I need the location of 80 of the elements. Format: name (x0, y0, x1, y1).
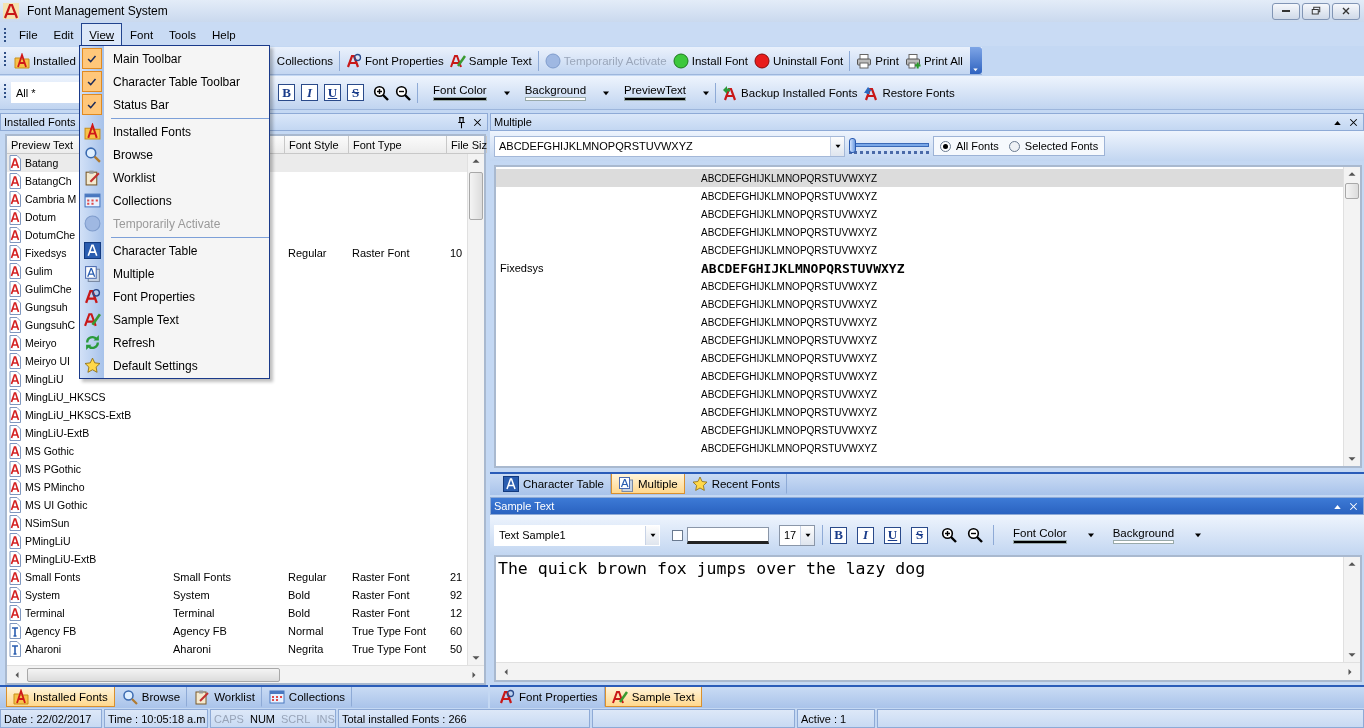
table-cell: Meiryo (25, 337, 57, 349)
sample-text: ABCDEFGHIJKLMNOPQRSTUVWXYZ (701, 424, 878, 436)
table-cell: GulimChe (25, 283, 72, 295)
table-cell-text: Aharoni (172, 643, 212, 655)
table-cell: Terminal (25, 607, 65, 619)
table-cell: PMingLiU (25, 535, 71, 547)
sample-text: ABCDEFGHIJKLMNOPQRSTUVWXYZ (701, 388, 878, 400)
key-indicator: SCRL (281, 712, 311, 725)
table-cell: Gulim (25, 265, 53, 277)
table-cell-text: True Type Font (351, 643, 427, 655)
table-cell: PMingLiU-ExtB (25, 553, 97, 565)
table-cell-text: True Type Font (351, 625, 427, 637)
table-cell: MS UI Gothic (25, 499, 88, 511)
table-cell: Small Fonts (25, 571, 81, 583)
table-cell-text: Raster Font (351, 571, 411, 583)
table-cell-text: 92 (449, 589, 463, 601)
table-cell: Agency FB (25, 625, 77, 637)
status-time: Time : 10:05:18 a.m (104, 709, 208, 728)
table-cell: Aharoni (25, 643, 62, 655)
table-cell: NSimSun (25, 517, 70, 529)
status-date: Date : 22/02/2017 (0, 709, 102, 728)
sample-text: ABCDEFGHIJKLMNOPQRSTUVWXYZ (701, 316, 878, 328)
table-cell: Dotum (25, 211, 56, 223)
table-cell: DotumChe (25, 229, 76, 241)
table-cell-text: Raster Font (351, 247, 411, 259)
sample-text: ABCDEFGHIJKLMNOPQRSTUVWXYZ (701, 352, 878, 364)
table-cell: Meiryo UI (25, 355, 70, 367)
key-indicator: NUM (249, 712, 276, 725)
table-cell: MS PGothic (25, 463, 82, 475)
sample-text: ABCDEFGHIJKLMNOPQRSTUVWXYZ (701, 244, 878, 256)
table-cell-text: 12 (449, 607, 463, 619)
table-cell: MingLiU_HKSCS-ExtB (25, 409, 132, 421)
panel-title: Sample Text (494, 500, 556, 512)
key-indicator: CAPS (214, 712, 244, 725)
table-cell: GungsuhC (25, 319, 76, 331)
table-cell: MingLiU-ExtB (25, 427, 90, 439)
table-cell: Cambria M (25, 193, 77, 205)
status-total: Total installed Fonts : 266 (338, 709, 590, 728)
sample-text: ABCDEFGHIJKLMNOPQRSTUVWXYZ (701, 334, 878, 346)
table-cell-text: Raster Font (351, 607, 411, 619)
panel-title: Installed Fonts (4, 116, 77, 128)
table-cell: Fixedsys (25, 247, 67, 259)
table-cell-text: 21 (449, 571, 463, 583)
table-cell-text: Regular (287, 571, 328, 583)
table-cell-text: Small Fonts (172, 571, 233, 583)
table-cell-text: Raster Font (351, 589, 411, 601)
table-cell-text: Agency FB (172, 625, 228, 637)
table-cell-text: 10 (449, 247, 463, 259)
table-cell: System (25, 589, 60, 601)
font-name: Fixedsys (499, 262, 545, 274)
table-cell: Batang (25, 157, 59, 169)
table-cell: Gungsuh (25, 301, 68, 313)
table-cell: MS PMincho (25, 481, 85, 493)
table-cell-text: Normal (287, 625, 325, 637)
sample-text: ABCDEFGHIJKLMNOPQRSTUVWXYZ (701, 370, 878, 382)
table-cell-text: System (172, 589, 211, 601)
sample-text: ABCDEFGHIJKLMNOPQRSTUVWXYZ (701, 226, 878, 238)
table-cell-text: Bold (287, 607, 312, 619)
sample-text: ABCDEFGHIJKLMNOPQRSTUVWXYZ (701, 442, 878, 454)
sample-text: ABCDEFGHIJKLMNOPQRSTUVWXYZ (701, 190, 878, 202)
sample-text: ABCDEFGHIJKLMNOPQRSTUVWXYZ (701, 172, 878, 184)
table-cell-text: 50 (449, 643, 463, 655)
table-cell-text: Negrita (287, 643, 325, 655)
table-cell: MingLiU_HKSCS (25, 391, 106, 403)
table-cell: MingLiU (25, 373, 64, 385)
panel-title: Multiple (494, 116, 533, 128)
table-cell: MS Gothic (25, 445, 74, 457)
sample-text: ABCDEFGHIJKLMNOPQRSTUVWXYZ (701, 260, 905, 276)
sample-text: ABCDEFGHIJKLMNOPQRSTUVWXYZ (701, 280, 878, 292)
window-title: Font Management System (27, 4, 169, 18)
key-indicator: INS (316, 712, 335, 725)
table-cell: BatangCh (25, 175, 72, 187)
table-cell-text: Regular (287, 247, 328, 259)
status-active: Active : 1 (797, 709, 875, 728)
table-cell-text: Terminal (172, 607, 216, 619)
sample-text: ABCDEFGHIJKLMNOPQRSTUVWXYZ (701, 406, 878, 418)
table-cell-text: 60 (449, 625, 463, 637)
sample-text: ABCDEFGHIJKLMNOPQRSTUVWXYZ (701, 208, 878, 220)
sample-text: ABCDEFGHIJKLMNOPQRSTUVWXYZ (701, 298, 878, 310)
table-cell-text: Bold (287, 589, 312, 601)
